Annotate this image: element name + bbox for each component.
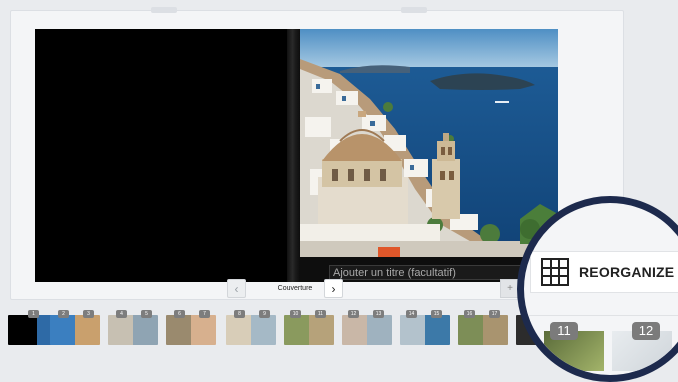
current-page-label: Couverture bbox=[277, 285, 313, 292]
thumbnail-spread[interactable]: 10 11 bbox=[284, 310, 334, 345]
thumbnail-spread[interactable]: 6 7 bbox=[166, 310, 216, 345]
thumbnail-spread[interactable]: 12 13 bbox=[342, 310, 392, 345]
thumbnail-image bbox=[284, 315, 334, 345]
add-page-icon: + bbox=[507, 283, 513, 294]
next-page-button[interactable]: › bbox=[324, 279, 343, 298]
thumbnail-page-number: 16 bbox=[464, 310, 475, 318]
zoom-thumbnail-page-number: 11 bbox=[550, 322, 578, 340]
thumbnail-page-number: 5 bbox=[141, 310, 152, 318]
thumbnail-page-number: 14 bbox=[406, 310, 417, 318]
thumbnail-page-number: 12 bbox=[348, 310, 359, 318]
thumbnail-page-number: 3 bbox=[83, 310, 94, 318]
reorganize-button[interactable]: REORGANIZE bbox=[530, 251, 678, 293]
thumbnail-spread[interactable]: 4 5 bbox=[108, 310, 158, 345]
thumbnail-page-number: 11 bbox=[315, 310, 326, 318]
chevron-right-icon: › bbox=[331, 281, 336, 296]
zoom-thumbnail-left[interactable]: 11 bbox=[544, 322, 604, 371]
thumbnail-image bbox=[108, 315, 158, 345]
thumbnail-image bbox=[342, 315, 392, 345]
reorganize-label: REORGANIZE bbox=[579, 264, 675, 280]
thumbnail-page-number: 8 bbox=[234, 310, 245, 318]
grid-icon bbox=[541, 258, 569, 286]
zoom-thumbnail-page-number: 12 bbox=[632, 322, 660, 340]
thumbnail-page-number: 9 bbox=[259, 310, 270, 318]
thumbnail-page-number: 10 bbox=[290, 310, 301, 318]
thumbnail-page-number: 6 bbox=[174, 310, 185, 318]
thumbnail-page-number: 1 bbox=[28, 310, 39, 318]
santorini-photo bbox=[300, 29, 558, 282]
thumbnail-image bbox=[50, 315, 100, 345]
thumbnail-page-number: 4 bbox=[116, 310, 127, 318]
chevron-left-icon: ‹ bbox=[234, 281, 239, 296]
thumbnail-image bbox=[458, 315, 508, 345]
thumbnail-page-number: 2 bbox=[58, 310, 69, 318]
zoom-divider bbox=[524, 315, 678, 316]
thumbnail-page-number: 17 bbox=[489, 310, 500, 318]
thumbnail-spread[interactable]: 16 17 bbox=[458, 310, 508, 345]
panel-top-tab-left bbox=[151, 7, 177, 13]
thumbnail-spread[interactable]: 14 15 bbox=[400, 310, 450, 345]
left-page-cover[interactable] bbox=[35, 29, 287, 282]
thumbnail-image bbox=[166, 315, 216, 345]
prev-page-button[interactable]: ‹ bbox=[227, 279, 246, 298]
thumbnail-spread[interactable]: 8 9 bbox=[226, 310, 276, 345]
thumbnail-page-number: 15 bbox=[431, 310, 442, 318]
thumbnail-page-number: 7 bbox=[199, 310, 210, 318]
thumbnail-image bbox=[400, 315, 450, 345]
panel-top-tab-right bbox=[401, 7, 427, 13]
photo-book-spread[interactable]: Ajouter un titre (facultatif) bbox=[35, 29, 558, 282]
right-page-photo[interactable] bbox=[300, 29, 558, 282]
book-spine bbox=[287, 29, 301, 282]
thumbnail-image bbox=[226, 315, 276, 345]
thumbnail-spread[interactable]: 2 3 bbox=[50, 310, 100, 345]
zoom-thumbnail-right[interactable]: 12 bbox=[612, 322, 672, 371]
thumbnail-page-number: 13 bbox=[373, 310, 384, 318]
